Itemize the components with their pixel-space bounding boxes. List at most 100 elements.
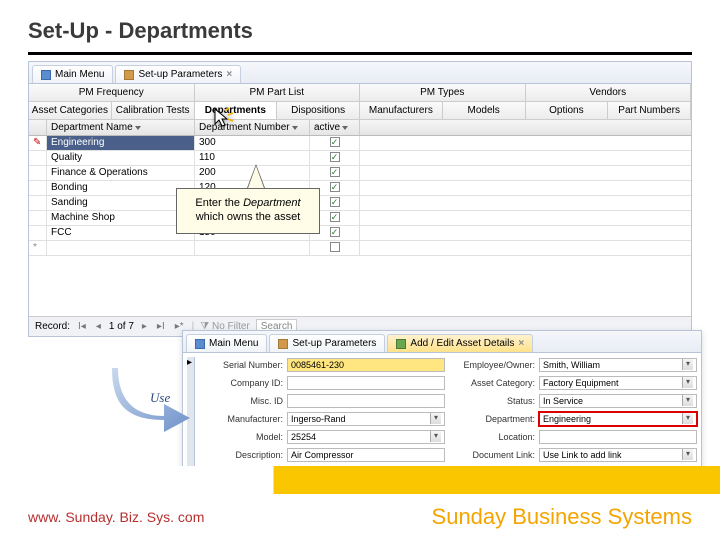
tab-label: Set-up Parameters bbox=[292, 338, 376, 349]
row-selector-header[interactable] bbox=[29, 120, 47, 135]
col-department-name[interactable]: Department Name bbox=[47, 120, 195, 135]
table-row[interactable]: FCC150✓ bbox=[29, 226, 691, 241]
nav-last-button[interactable]: ▸I bbox=[155, 321, 167, 332]
row-selector[interactable] bbox=[29, 151, 47, 165]
checkbox-icon[interactable]: ✓ bbox=[330, 137, 340, 147]
dropdown-icon[interactable]: ▾ bbox=[682, 359, 693, 370]
tab-label: Main Menu bbox=[55, 69, 104, 80]
cell-active[interactable]: ✓ bbox=[310, 136, 360, 150]
checkbox-icon[interactable] bbox=[330, 242, 340, 252]
col-label: active bbox=[314, 122, 340, 133]
field-input[interactable]: Smith, William▾ bbox=[539, 358, 697, 372]
nav-first-button[interactable]: I◂ bbox=[76, 321, 88, 332]
field-label: Document Link: bbox=[457, 450, 539, 460]
dropdown-icon[interactable]: ▾ bbox=[682, 413, 693, 424]
checkbox-icon[interactable]: ✓ bbox=[330, 197, 340, 207]
table-row[interactable]: Machine Shop ✓ bbox=[29, 211, 691, 226]
tab-departments[interactable]: Departments bbox=[195, 102, 278, 119]
field-input[interactable]: Ingerso-Rand▾ bbox=[287, 412, 445, 426]
tab-calibration-tests[interactable]: Calibration Tests bbox=[112, 102, 195, 119]
checkbox-icon[interactable]: ✓ bbox=[330, 212, 340, 222]
tab-main-menu[interactable]: Main Menu bbox=[186, 334, 267, 352]
field-input[interactable]: 0085461-230 bbox=[287, 358, 445, 372]
close-icon[interactable]: × bbox=[518, 338, 524, 349]
record-label: Record: bbox=[35, 321, 70, 332]
dropdown-icon[interactable]: ▾ bbox=[682, 377, 693, 388]
tab-setup-parameters[interactable]: Set-up Parameters× bbox=[115, 65, 241, 83]
form-row: Model:25254▾ bbox=[205, 429, 445, 444]
cell-name[interactable]: Quality bbox=[47, 151, 195, 165]
table-row[interactable]: Sanding130✓ bbox=[29, 196, 691, 211]
row-selector[interactable] bbox=[29, 181, 47, 195]
checkbox-icon[interactable]: ✓ bbox=[330, 182, 340, 192]
tab-part-numbers[interactable]: Part Numbers bbox=[608, 102, 691, 119]
dropdown-icon[interactable]: ▾ bbox=[682, 395, 693, 406]
tab-vendors[interactable]: Vendors bbox=[526, 84, 692, 101]
cell-number[interactable]: 110 bbox=[195, 151, 310, 165]
new-row[interactable]: * bbox=[29, 241, 691, 256]
checkbox-icon[interactable]: ✓ bbox=[330, 227, 340, 237]
form-row: Misc. ID bbox=[205, 393, 445, 408]
field-input[interactable]: 25254▾ bbox=[287, 430, 445, 444]
tab-pm-types[interactable]: PM Types bbox=[360, 84, 526, 101]
checkbox-icon[interactable]: ✓ bbox=[330, 152, 340, 162]
form-row: Serial Number:0085461-230 bbox=[205, 357, 445, 372]
table-row[interactable]: ✎Engineering300 ✓ bbox=[29, 136, 691, 151]
field-label: Status: bbox=[457, 396, 539, 406]
cell-name[interactable]: Machine Shop bbox=[47, 211, 195, 225]
nav-next-button[interactable]: ▸ bbox=[140, 321, 149, 332]
cell-number[interactable]: 300 bbox=[195, 136, 310, 150]
table-row[interactable]: Quality110 ✓ bbox=[29, 151, 691, 166]
cell-name[interactable]: Bonding bbox=[47, 181, 195, 195]
dropdown-icon[interactable]: ▾ bbox=[430, 431, 441, 442]
tab-setup-parameters[interactable]: Set-up Parameters bbox=[269, 334, 385, 352]
table-row[interactable]: Bonding120✓ bbox=[29, 181, 691, 196]
tab-label: Add / Edit Asset Details bbox=[410, 338, 514, 349]
tab-manufacturers[interactable]: Manufacturers bbox=[360, 102, 443, 119]
departments-grid: Department Name Department Number active… bbox=[29, 120, 691, 256]
tab-asset-details[interactable]: Add / Edit Asset Details × bbox=[387, 334, 533, 352]
field-input[interactable]: Engineering▾ bbox=[539, 412, 697, 426]
asset-icon bbox=[396, 339, 406, 349]
sort-icon bbox=[135, 126, 141, 130]
nav-prev-button[interactable]: ◂ bbox=[94, 321, 103, 332]
cell-name[interactable]: Finance & Operations bbox=[47, 166, 195, 180]
field-input[interactable] bbox=[539, 430, 697, 444]
field-input[interactable]: Use Link to add link▾ bbox=[539, 448, 697, 462]
cell-name[interactable]: Engineering bbox=[47, 136, 195, 150]
checkbox-icon[interactable]: ✓ bbox=[330, 167, 340, 177]
field-label: Serial Number: bbox=[205, 360, 287, 370]
col-active[interactable]: active bbox=[310, 120, 360, 135]
tab-dispositions[interactable]: Dispositions bbox=[277, 102, 360, 119]
cell-active[interactable]: ✓ bbox=[310, 151, 360, 165]
field-input[interactable] bbox=[287, 376, 445, 390]
cell-name[interactable]: Sanding bbox=[47, 196, 195, 210]
form-row: Department:Engineering▾ bbox=[457, 411, 697, 426]
col-department-number[interactable]: Department Number bbox=[195, 120, 310, 135]
field-label: Department: bbox=[457, 414, 539, 424]
tab-pm-part-list[interactable]: PM Part List bbox=[195, 84, 361, 101]
field-input[interactable] bbox=[287, 394, 445, 408]
dropdown-icon[interactable]: ▾ bbox=[682, 449, 693, 460]
cell-active[interactable]: ✓ bbox=[310, 166, 360, 180]
row-selector[interactable] bbox=[29, 226, 47, 240]
close-icon[interactable]: × bbox=[226, 69, 232, 80]
table-row[interactable]: Finance & Operations200✓ bbox=[29, 166, 691, 181]
tab-models[interactable]: Models bbox=[443, 102, 526, 119]
field-input[interactable]: Air Compressor bbox=[287, 448, 445, 462]
field-input[interactable]: Factory Equipment▾ bbox=[539, 376, 697, 390]
tab-options[interactable]: Options bbox=[526, 102, 609, 119]
tab-main-menu[interactable]: Main Menu bbox=[32, 65, 113, 83]
row-selector[interactable]: ✎ bbox=[29, 136, 47, 150]
footer: www. Sunday. Biz. Sys. com Sunday Busine… bbox=[0, 494, 720, 540]
row-selector[interactable] bbox=[29, 211, 47, 225]
cell-name[interactable]: FCC bbox=[47, 226, 195, 240]
row-selector[interactable] bbox=[29, 196, 47, 210]
tab-asset-categories[interactable]: Asset Categories bbox=[29, 102, 112, 119]
field-input[interactable]: In Service▾ bbox=[539, 394, 697, 408]
use-arrow-icon bbox=[112, 368, 192, 432]
tab-pm-frequency[interactable]: PM Frequency bbox=[29, 84, 195, 101]
dropdown-icon[interactable]: ▾ bbox=[430, 413, 441, 424]
window-tabs: Main Menu Set-up Parameters Add / Edit A… bbox=[183, 331, 701, 353]
row-selector[interactable] bbox=[29, 166, 47, 180]
